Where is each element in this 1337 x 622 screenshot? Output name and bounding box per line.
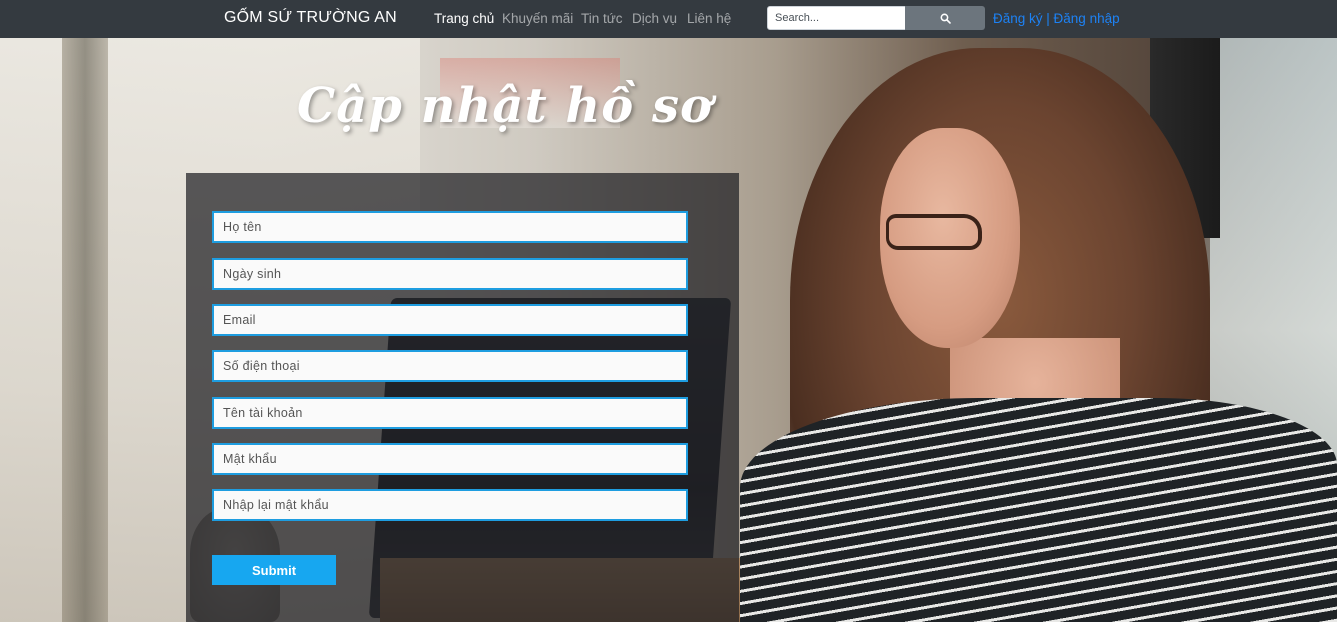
nav-link-promotions[interactable]: Khuyến mãi — [502, 11, 573, 26]
submit-button[interactable]: Submit — [212, 555, 336, 585]
hero-section: Cập nhật hồ sơ Submit — [0, 38, 1337, 622]
confirm-password-field[interactable] — [212, 489, 688, 521]
navbar: GỐM SỨ TRƯỜNG AN Trang chủ Khuyến mãi Ti… — [0, 0, 1337, 38]
username-field[interactable] — [212, 397, 688, 429]
password-field[interactable] — [212, 443, 688, 475]
nav-link-contact[interactable]: Liên hệ — [687, 11, 731, 26]
register-link[interactable]: Đăng ký — [993, 11, 1043, 26]
search-icon — [940, 13, 951, 24]
profile-update-form: Submit — [186, 173, 739, 622]
full-name-field[interactable] — [212, 211, 688, 243]
nav-link-news[interactable]: Tin tức — [581, 11, 623, 26]
nav-link-home[interactable]: Trang chủ — [434, 11, 494, 26]
search-button[interactable] — [905, 6, 985, 30]
auth-links: Đăng ký | Đăng nhập — [993, 11, 1120, 26]
phone-field[interactable] — [212, 350, 688, 382]
birth-date-field[interactable] — [212, 258, 688, 290]
page-title: Cập nhật hồ sơ — [296, 78, 714, 134]
brand-logo-link[interactable]: GỐM SỨ TRƯỜNG AN — [224, 9, 397, 27]
nav-link-services[interactable]: Dịch vụ — [632, 11, 677, 26]
background-striped-shirt — [740, 398, 1337, 622]
background-glasses — [886, 214, 982, 250]
search-input[interactable] — [767, 6, 906, 30]
login-link[interactable]: Đăng nhập — [1054, 11, 1120, 26]
auth-separator: | — [1042, 11, 1054, 26]
email-field[interactable] — [212, 304, 688, 336]
